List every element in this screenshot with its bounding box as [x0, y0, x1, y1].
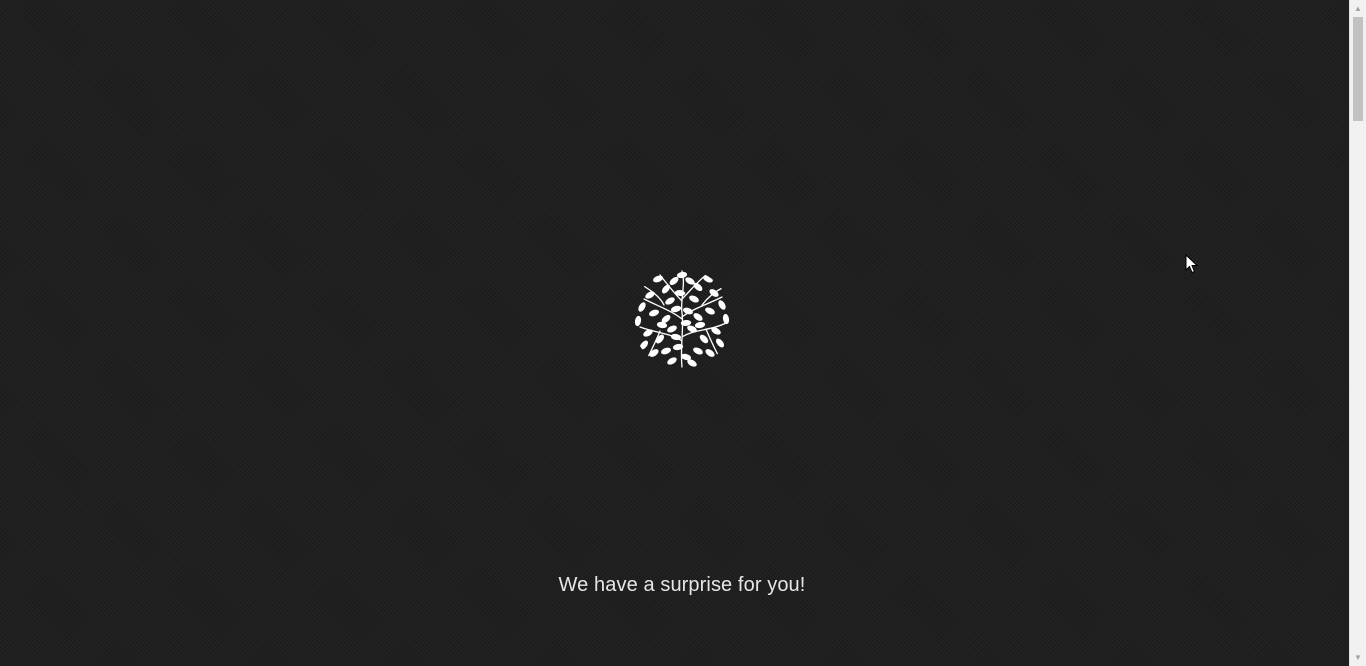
leaf-tree-circle-icon	[634, 270, 730, 368]
scroll-up-arrow-icon[interactable]: ▲	[1350, 0, 1366, 17]
surprise-message: We have a surprise for you!	[558, 574, 806, 596]
mouse-pointer-icon	[1185, 254, 1199, 274]
page-viewport: We have a surprise for you!	[0, 0, 1349, 666]
scrollbar-thumb[interactable]	[1353, 17, 1363, 121]
scroll-down-arrow-icon[interactable]: ▼	[1350, 649, 1366, 666]
vertical-scrollbar[interactable]: ▲ ▼	[1349, 0, 1366, 666]
